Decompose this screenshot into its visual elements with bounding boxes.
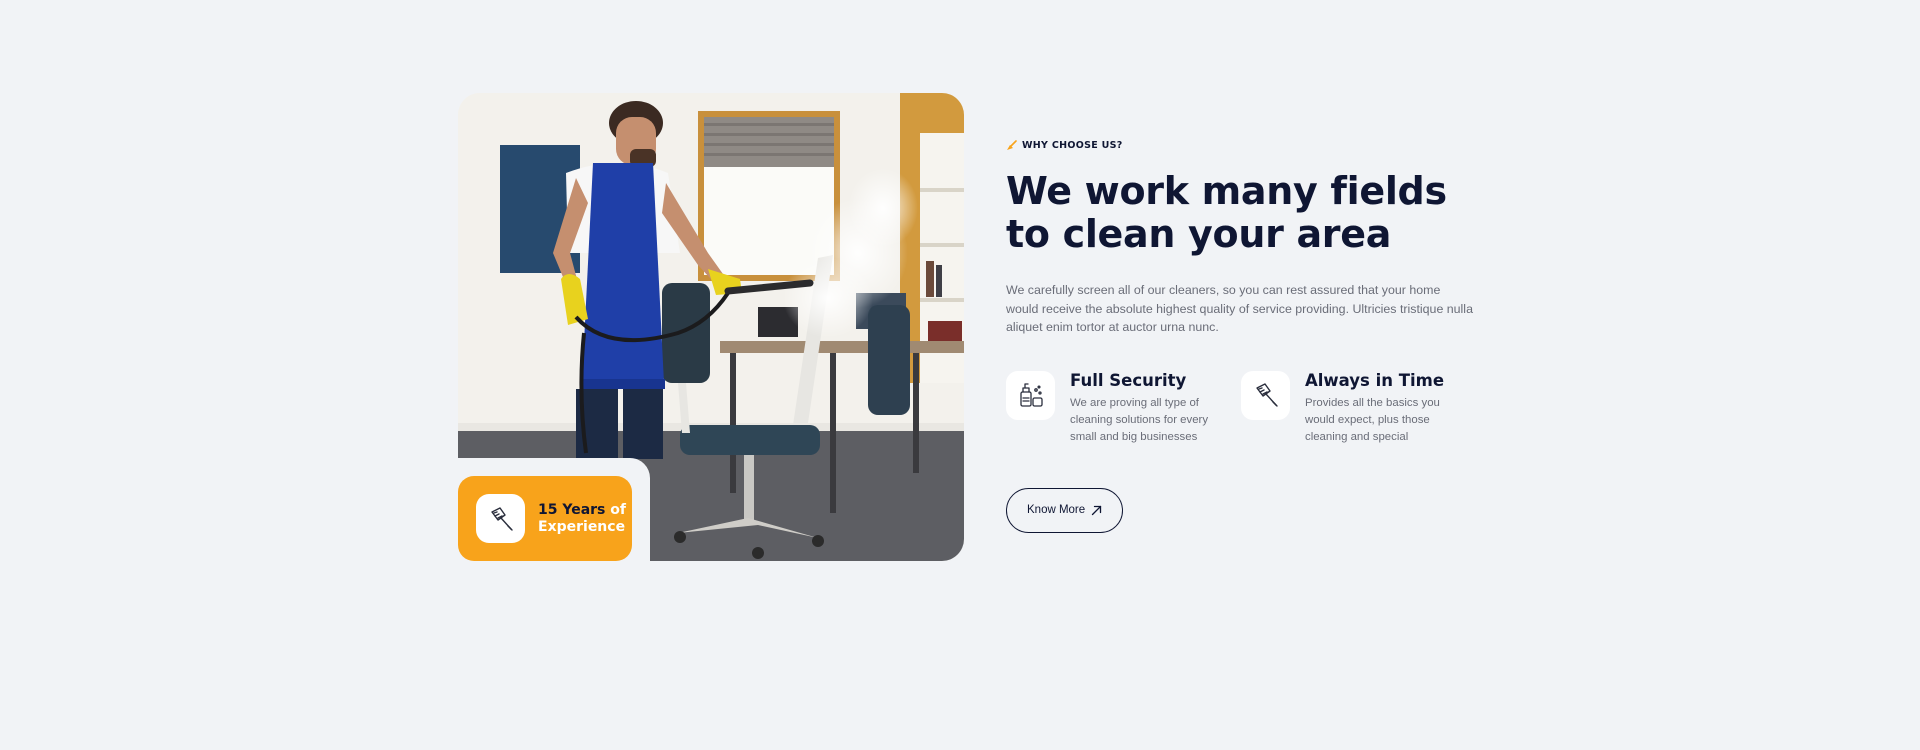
arrow-up-right-icon [1091,505,1102,516]
feature-description: We are proving all type of cleaning solu… [1070,396,1209,443]
cleaning-brush-icon [1241,370,1290,420]
section-title: We work many fields to clean your area [1006,169,1447,256]
image-collage: 15 Years of Experience [458,93,964,561]
feature-title: Always in Time [1305,370,1445,390]
feature-list: Full Security We are proving all type of… [1006,370,1476,446]
experience-word: Experience [538,518,626,535]
experience-label: 15 Years of Experience [538,502,626,536]
feature-description: Provides all the basics you would expect… [1305,396,1440,443]
why-choose-us-section: WHY CHOOSE US? We work many fields to cl… [1006,138,1476,533]
experience-badge: 15 Years of Experience [458,476,632,561]
feature-full-security: Full Security We are proving all type of… [1006,370,1241,446]
eyebrow-text: WHY CHOOSE US? [1022,139,1123,151]
section-eyebrow: WHY CHOOSE US? [1006,138,1476,152]
know-more-button[interactable]: Know More [1006,487,1124,533]
section-description: We carefully screen all of our cleaners,… [1006,283,1473,334]
broom-icon [1006,139,1017,151]
cleaning-supplies-icon [1006,370,1055,420]
know-more-label: Know More [1027,504,1086,516]
experience-of: of [610,501,626,518]
feature-title: Full Security [1070,370,1187,390]
cleaning-brush-icon [476,494,525,543]
feature-always-in-time: Always in Time Provides all the basics y… [1241,370,1476,446]
experience-years: 15 Years [538,501,606,518]
